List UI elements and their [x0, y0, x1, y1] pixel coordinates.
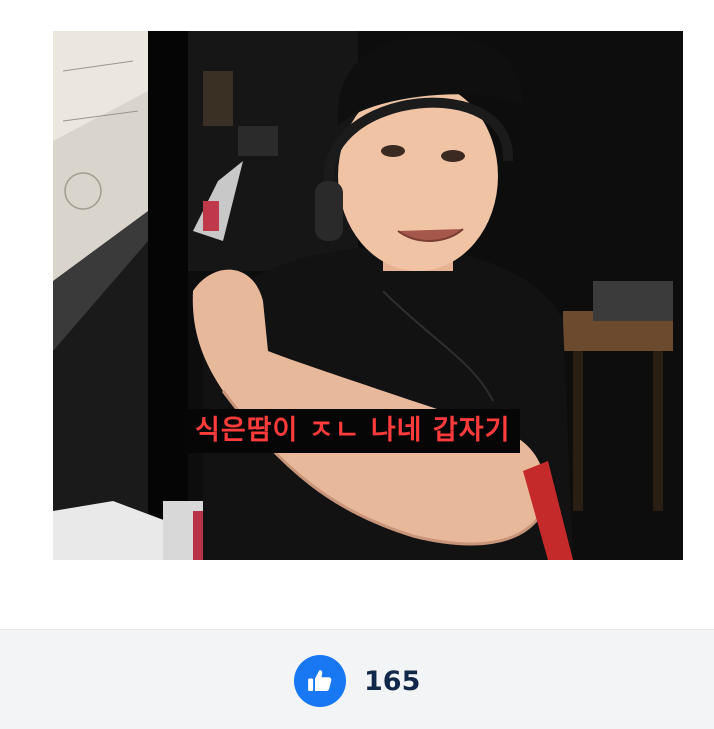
video-still [53, 31, 683, 560]
like-button[interactable]: 165 [294, 654, 420, 708]
like-count: 165 [364, 665, 421, 697]
reaction-bar: 165 [0, 629, 714, 729]
post-page: 식은땀이 ㅈㄴ 나네 갑자기 165 [0, 0, 714, 729]
thumbs-up-icon [294, 655, 346, 707]
video-frame[interactable]: 식은땀이 ㅈㄴ 나네 갑자기 [53, 31, 683, 560]
subtitle-caption: 식은땀이 ㅈㄴ 나네 갑자기 [185, 409, 521, 453]
